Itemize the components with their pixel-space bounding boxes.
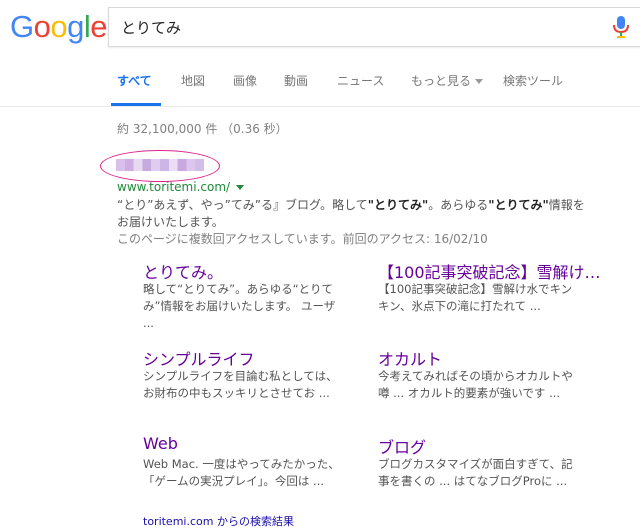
- sitelink-desc: Web Mac. 一度はやってみたかった、「ゲームの実況プレイ」。今回は ...: [143, 457, 340, 488]
- active-tab-indicator: [111, 103, 161, 106]
- search-tabs: すべて 地図 画像 動画 ニュース もっと見る 検索ツール: [0, 60, 640, 106]
- more-results-link[interactable]: toritemi.com からの検索結果: [143, 513, 294, 529]
- highlight-oval: [100, 150, 220, 182]
- logo-letter: G: [10, 9, 34, 44]
- tab-images[interactable]: 画像: [233, 72, 257, 89]
- sitelink-desc: 【100記事突破記念】雪解け水でキンキン、氷点下の滝に打たれて ...: [378, 282, 573, 313]
- sitelink-title[interactable]: オカルト: [378, 346, 442, 370]
- logo-letter: g: [67, 9, 84, 44]
- logo-letter: o: [33, 9, 51, 44]
- result-stats: 約 32,100,000 件 （0.36 秒）: [117, 122, 288, 136]
- search-input[interactable]: [119, 14, 603, 40]
- result-snippet: “とり”あえず、やっ”てみ”る』ブログ。略して"とりてみ"。あらゆる"とりてみ"…: [117, 197, 587, 231]
- tab-all[interactable]: すべて: [117, 72, 152, 89]
- sitelink-desc: シンプルライフを目論む私としては、お財布の中もスッキリとさせてお ...: [143, 369, 338, 400]
- header: Google すべて 地図 画像 動画 ニュース もっと見る 検索ツール: [0, 0, 640, 107]
- tab-news[interactable]: ニュース: [337, 72, 384, 89]
- sitelink-desc: 今考えてみればその頃からオカルトや噂 ... オカルト的要素が強いです ...: [378, 369, 573, 400]
- logo-letter: o: [50, 9, 68, 44]
- sitelink-title[interactable]: シンプルライフ: [143, 346, 255, 370]
- result-url-text: www.toritemi.com/: [117, 180, 231, 194]
- tab-search-tools[interactable]: 検索ツール: [503, 72, 563, 89]
- tab-more-label: もっと見る: [411, 74, 472, 88]
- tab-more[interactable]: もっと見る: [411, 72, 484, 89]
- tab-maps[interactable]: 地図: [181, 72, 205, 89]
- result-url[interactable]: www.toritemi.com/: [117, 180, 245, 194]
- dropdown-arrow-icon: [475, 79, 484, 84]
- result-title-blurred[interactable]: [100, 150, 220, 182]
- sitelink-title[interactable]: 【100記事突破記念】雪解け…: [378, 259, 601, 283]
- visited-note: このページに複数回アクセスしています。前回のアクセス: 16/02/10: [117, 232, 488, 246]
- snippet-highlight: "とりてみ": [488, 198, 549, 212]
- search-box[interactable]: [108, 7, 640, 47]
- tab-videos[interactable]: 動画: [284, 72, 308, 89]
- microphone-icon[interactable]: [611, 15, 631, 39]
- sitelink-desc: ブログカスタマイズが面白すぎて、記事を書くの ... はてなブログProに ..…: [378, 457, 573, 488]
- google-logo[interactable]: Google: [10, 9, 108, 45]
- url-dropdown-icon[interactable]: [236, 185, 245, 190]
- snippet-highlight: "とりてみ": [367, 198, 429, 212]
- sitelink-title[interactable]: Web: [143, 434, 178, 453]
- logo-letter: e: [90, 9, 108, 44]
- sitelink-desc: 略して“とりてみ”。あらゆる“とりてみ”情報をお届けいたします。 ユーザ ...: [143, 282, 336, 330]
- snippet-text: “とり”あえず、やっ”てみ”る』ブログ。略して: [117, 198, 368, 212]
- sitelink-title[interactable]: とりてみ。: [143, 259, 223, 283]
- snippet-text: 。あらゆる: [428, 198, 489, 212]
- sitelink-title[interactable]: ブログ: [378, 434, 426, 458]
